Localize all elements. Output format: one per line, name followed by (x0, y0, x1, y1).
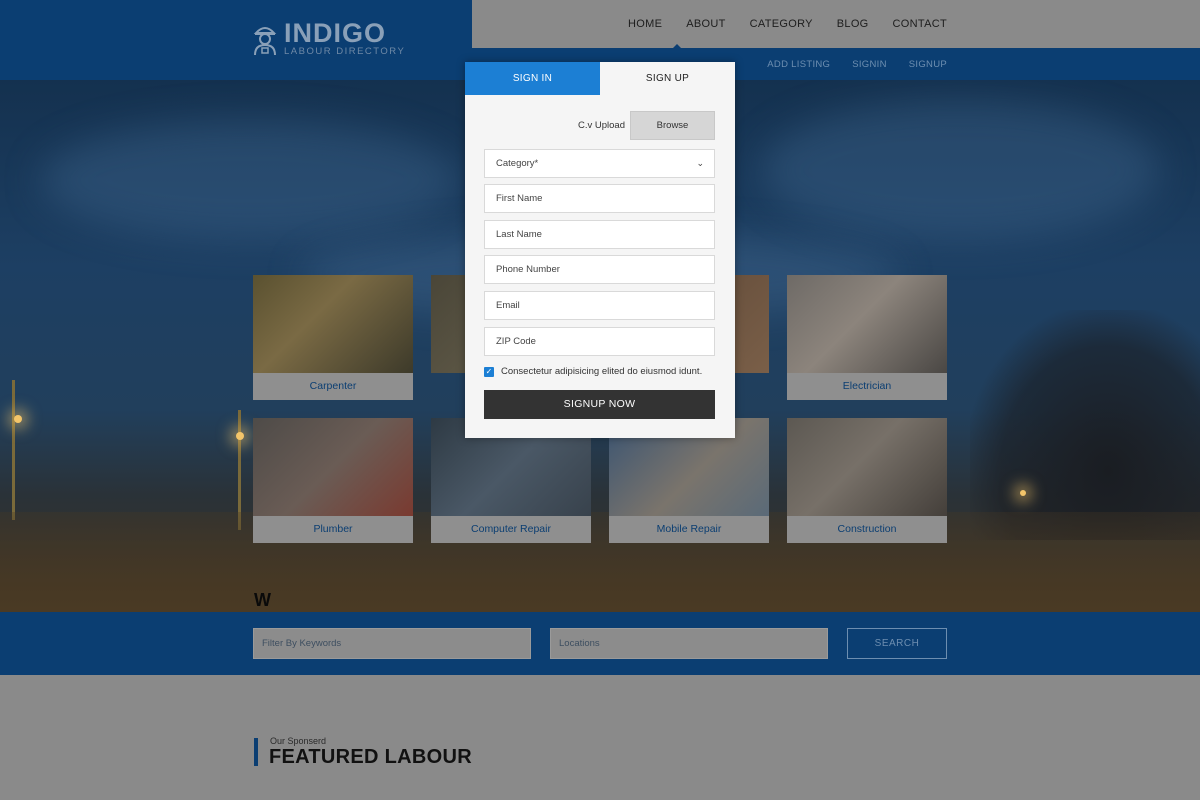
active-nav-caret (673, 44, 681, 48)
electrician-photo (787, 275, 947, 373)
tab-sign-up[interactable]: SIGN UP (600, 62, 735, 95)
watermark-logo: W (254, 590, 271, 610)
carpenter-photo (253, 275, 413, 373)
search-button[interactable]: SEARCH (847, 628, 947, 659)
nav-home[interactable]: HOME (628, 18, 662, 30)
brand-name: INDIGO (284, 18, 387, 48)
cv-upload-row: C.v Upload Browse (484, 111, 715, 140)
nav-contact[interactable]: CONTACT (893, 18, 947, 30)
agree-text: Consectetur adipisicing elited do eiusmo… (501, 366, 703, 377)
keywords-input[interactable]: Filter By Keywords (253, 628, 531, 659)
plumber-photo (253, 418, 413, 516)
brand-tagline: LABOUR DIRECTORY (284, 46, 406, 57)
category-label: Electrician (787, 373, 947, 400)
site-light (236, 432, 244, 440)
signup-now-button[interactable]: SIGNUP NOW (484, 390, 715, 419)
zip-field[interactable]: ZIP Code (484, 327, 715, 356)
agree-checkbox[interactable]: ✓ (484, 366, 494, 377)
browse-button[interactable]: Browse (630, 111, 715, 140)
last-name-field[interactable]: Last Name (484, 220, 715, 249)
modal-tabs: SIGN IN SIGN UP (465, 62, 735, 95)
agree-row: ✓ Consectetur adipisicing elited do eius… (484, 366, 702, 377)
subnav-signup[interactable]: SIGNUP (909, 59, 947, 70)
featured-section (0, 675, 1200, 800)
featured-kicker: Our Sponserd (270, 736, 327, 746)
crane (12, 380, 15, 520)
worker-icon (253, 26, 277, 55)
featured-title: FEATURED LABOUR (269, 746, 473, 768)
tab-sign-in[interactable]: SIGN IN (465, 62, 600, 95)
signup-modal: SIGN IN SIGN UP C.v Upload Browse Catego… (465, 62, 735, 438)
trees (970, 310, 1200, 540)
category-label: Computer Repair (431, 516, 591, 543)
category-label: Mobile Repair (609, 516, 769, 543)
category-tile-construction[interactable]: Construction (787, 418, 947, 543)
site-light (1020, 490, 1026, 496)
phone-field[interactable]: Phone Number (484, 255, 715, 284)
location-input[interactable]: Locations (550, 628, 828, 659)
category-select[interactable]: Category* ⌄ (484, 149, 715, 178)
category-tile-carpenter[interactable]: Carpenter (253, 275, 413, 400)
category-tile-plumber[interactable]: Plumber (253, 418, 413, 543)
subnav-signin[interactable]: SIGNIN (852, 59, 887, 70)
cloud (40, 120, 460, 240)
site-light (14, 415, 22, 423)
nav-category[interactable]: CATEGORY (750, 18, 813, 30)
category-select-value: Category* (496, 158, 539, 169)
main-nav: HOME ABOUT CATEGORY BLOG CONTACT (628, 0, 947, 48)
chevron-down-icon: ⌄ (696, 158, 704, 168)
construction-photo (787, 418, 947, 516)
logo[interactable]: INDIGO LABOUR DIRECTORY (252, 20, 405, 57)
cv-upload-label: C.v Upload (578, 120, 625, 131)
cloud (760, 100, 1160, 240)
nav-blog[interactable]: BLOG (837, 18, 869, 30)
featured-accent-bar (254, 738, 258, 766)
category-label: Carpenter (253, 373, 413, 400)
construction-ground (0, 512, 1200, 612)
first-name-field[interactable]: First Name (484, 184, 715, 213)
nav-about[interactable]: ABOUT (686, 18, 725, 30)
subnav-add-listing[interactable]: ADD LISTING (767, 59, 830, 70)
category-label: Construction (787, 516, 947, 543)
email-field[interactable]: Email (484, 291, 715, 320)
category-tile-electrician[interactable]: Electrician (787, 275, 947, 400)
sub-nav: ADD LISTING SIGNIN SIGNUP (767, 48, 947, 80)
category-label: Plumber (253, 516, 413, 543)
